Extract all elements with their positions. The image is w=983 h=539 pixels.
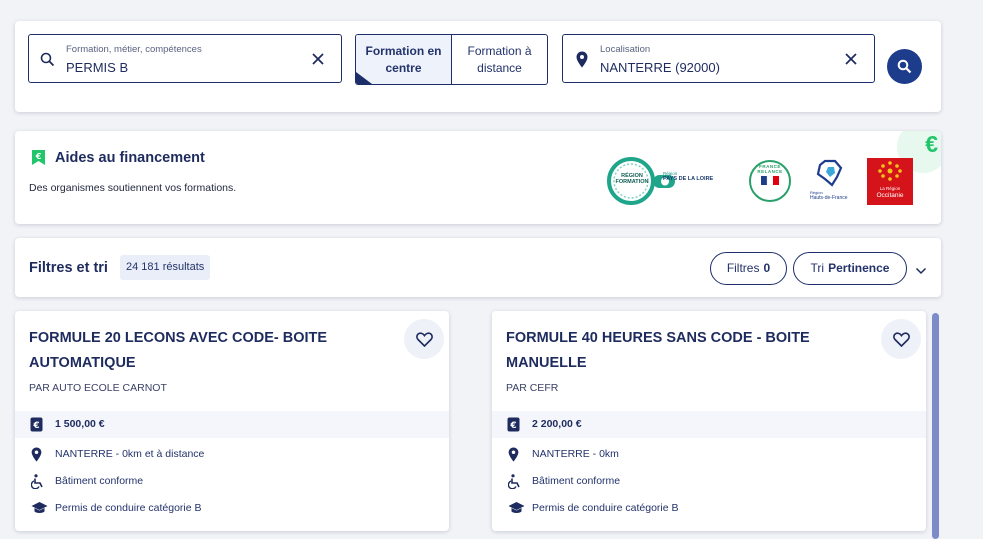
euro-price-icon: €: [30, 417, 43, 437]
svg-text:€: €: [509, 421, 516, 431]
filters-count: 0: [763, 261, 771, 275]
funding-panel[interactable]: € Aides au financement Des organismes so…: [15, 131, 941, 224]
graduation-cap-icon: [508, 501, 525, 520]
france-relance-logo: FRANCE RELANCE: [749, 159, 791, 203]
euro-icon: €: [925, 131, 938, 157]
sort-button[interactable]: Tri Pertinence: [793, 252, 907, 285]
price-row: € 2 200,00 €: [492, 411, 926, 438]
chevron-down-icon[interactable]: [915, 262, 927, 280]
location-field[interactable]: Localisation NANTERRE (92000): [562, 34, 875, 83]
location-label: Localisation: [600, 44, 651, 55]
search-icon: [40, 52, 55, 72]
result-card[interactable]: FORMULE 20 LECONS AVEC CODE- BOITE AUTOM…: [15, 311, 449, 531]
search-icon: [897, 59, 912, 74]
svg-text:€: €: [35, 152, 42, 161]
svg-text:€: €: [32, 421, 39, 431]
location-pin-icon: [576, 51, 588, 73]
result-certification: Permis de conduire catégorie B: [55, 502, 202, 514]
results-count-badge: 24 181 résultats: [120, 255, 211, 280]
pays-de-la-loire-logo: Région PAYS DE LA LOIRE: [663, 171, 738, 191]
result-accessibility: Bâtiment conforme: [55, 475, 144, 487]
location-pin-icon: [31, 447, 42, 467]
filters-title: Filtres et tri: [29, 260, 108, 276]
hauts-de-france-logo: Région Hauts-de-France: [810, 159, 854, 203]
result-location: NANTERRE - 0km: [532, 448, 619, 460]
occitanie-text: Occitanie: [876, 192, 904, 199]
filters-button[interactable]: Filtres 0: [710, 252, 787, 285]
training-mode-toggle: Formation en centre Formation à distance: [355, 34, 548, 85]
occitanie-prefix: La Région: [879, 186, 901, 191]
result-price: 1 500,00 €: [55, 418, 105, 430]
result-title[interactable]: FORMULE 20 LECONS AVEC CODE- BOITE AUTOM…: [29, 326, 379, 376]
keyword-label: Formation, métier, compétences: [66, 44, 202, 55]
filters-button-label: Filtres: [726, 261, 760, 275]
occitanie-logo: La Région Occitanie: [867, 158, 913, 205]
wheelchair-icon: [30, 474, 45, 494]
result-accessibility: Bâtiment conforme: [532, 475, 621, 487]
result-title[interactable]: FORMULE 40 HEURES SANS CODE - BOITE MANU…: [506, 326, 856, 376]
sort-value: Pertinence: [828, 261, 890, 275]
results-count: 24 181: [126, 261, 160, 273]
scrollbar-thumb[interactable]: [932, 313, 939, 539]
favorite-heart-icon[interactable]: [881, 319, 921, 359]
keyword-field[interactable]: Formation, métier, compétences PERMIS B: [28, 34, 342, 83]
clear-location-icon[interactable]: [842, 50, 860, 68]
mode-center-button[interactable]: Formation en centre: [356, 35, 452, 84]
funding-title: Aides au financement: [55, 150, 205, 166]
region-formation-text: RÉGION FORMATION: [615, 173, 649, 185]
keyword-input[interactable]: PERMIS B: [66, 60, 128, 75]
result-location: NANTERRE - 0km et à distance: [55, 448, 205, 460]
location-input[interactable]: NANTERRE (92000): [600, 60, 720, 75]
france-relance-text: FRANCE RELANCE: [757, 164, 783, 174]
results-label: résultats: [162, 261, 205, 273]
wheelchair-icon: [507, 474, 522, 494]
funding-bookmark-icon: €: [31, 149, 46, 171]
hauts-de-france-text: Hauts-de-France: [810, 195, 848, 201]
result-certification: Permis de conduire catégorie B: [532, 502, 679, 514]
location-pin-icon: [508, 447, 519, 467]
result-provider: PAR AUTO ECOLE CARNOT: [29, 382, 167, 394]
funding-description: Des organismes soutiennent vos formation…: [29, 182, 237, 194]
price-row: € 1 500,00 €: [15, 411, 449, 438]
result-card[interactable]: FORMULE 40 HEURES SANS CODE - BOITE MANU…: [492, 311, 926, 531]
sort-label: Tri: [810, 261, 825, 275]
pays-de-la-loire-text: PAYS DE LA LOIRE: [663, 176, 714, 182]
search-panel: Formation, métier, compétences PERMIS B …: [15, 21, 941, 112]
result-provider: PAR CEFR: [506, 382, 559, 394]
euro-price-icon: €: [507, 417, 520, 437]
mode-distance-button[interactable]: Formation à distance: [452, 35, 547, 84]
favorite-heart-icon[interactable]: [404, 319, 444, 359]
filters-bar: Filtres et tri 24 181 résultats Filtres 0…: [15, 238, 941, 297]
search-button[interactable]: [887, 49, 922, 84]
graduation-cap-icon: [31, 501, 48, 520]
result-price: 2 200,00 €: [532, 418, 582, 430]
clear-keyword-icon[interactable]: [309, 50, 327, 68]
